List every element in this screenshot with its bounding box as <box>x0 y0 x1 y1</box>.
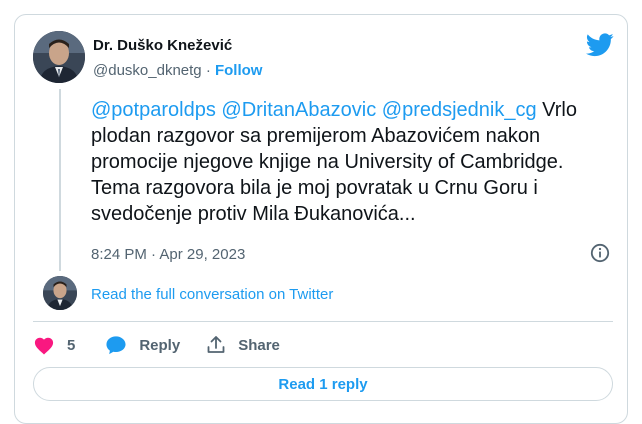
share-button[interactable]: Share <box>206 335 280 355</box>
share-label: Share <box>238 336 280 354</box>
reply-label: Reply <box>139 336 181 354</box>
read-replies-button[interactable]: Read 1 reply <box>33 367 613 401</box>
info-icon[interactable] <box>590 243 610 263</box>
divider <box>33 321 613 322</box>
tweet-timestamp[interactable]: 8:24 PM · Apr 29, 2023 <box>91 246 245 263</box>
thread-line <box>59 89 61 271</box>
share-upload-icon <box>207 336 225 353</box>
reply-avatar[interactable] <box>43 276 77 310</box>
like-button[interactable]: 5 <box>33 335 75 355</box>
tweet-card: Dr. Duško Knežević @dusko_dknetg · Follo… <box>14 14 628 424</box>
reply-button[interactable]: Reply <box>105 335 180 355</box>
twitter-bird-icon[interactable] <box>586 33 614 57</box>
separator-dot: · <box>205 62 211 79</box>
author-handle[interactable]: @dusko_dknetg <box>93 62 202 79</box>
mention-link[interactable]: @potparoldps <box>91 99 216 121</box>
follow-button[interactable]: Follow <box>215 62 263 79</box>
mention-link[interactable]: @predsjednik_cg <box>382 99 537 121</box>
action-bar: 5 Reply Share <box>33 333 280 357</box>
tweet-date[interactable]: Apr 29, 2023 <box>159 246 245 263</box>
heart-icon <box>34 337 54 355</box>
handle-row: @dusko_dknetg · Follow <box>93 62 262 79</box>
reply-bubble-icon <box>106 336 126 355</box>
author-avatar[interactable] <box>33 31 85 83</box>
tweet-time[interactable]: 8:24 PM <box>91 246 147 263</box>
separator-dot: · <box>151 246 157 263</box>
like-count: 5 <box>67 336 76 354</box>
read-conversation-link[interactable]: Read the full conversation on Twitter <box>91 286 333 303</box>
author-name[interactable]: Dr. Duško Knežević <box>93 37 232 54</box>
mention-link[interactable]: @DritanAbazovic <box>221 99 376 121</box>
tweet-text: @potparoldps @DritanAbazovic @predsjedni… <box>91 97 611 227</box>
